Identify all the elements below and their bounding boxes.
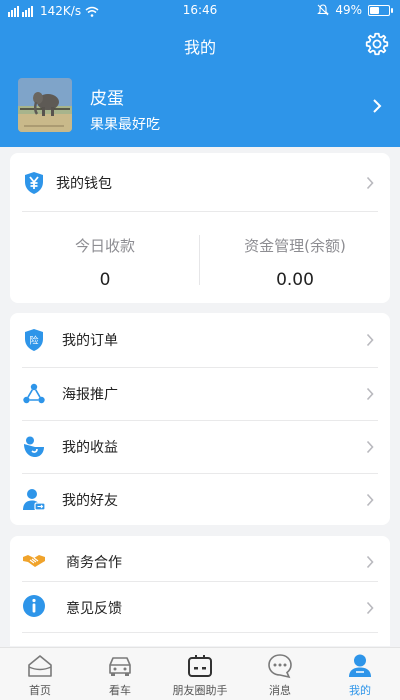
avatar[interactable] <box>18 78 72 132</box>
car-icon <box>109 657 131 676</box>
gear-icon[interactable] <box>364 31 390 57</box>
menu-item-poster[interactable]: 海报推广 <box>10 368 390 420</box>
menu-item-feedback[interactable]: 意见反馈 <box>10 582 390 634</box>
tab-messages[interactable]: 消息 <box>240 648 320 700</box>
friend-icon <box>23 489 46 511</box>
chevron-right-icon <box>373 99 382 113</box>
chevron-right-icon <box>366 493 374 507</box>
chevron-right-icon <box>366 387 374 401</box>
status-bar: 142K/s 16:46 49% <box>0 0 400 22</box>
tab-label: 首页 <box>29 684 51 697</box>
chevron-right-icon <box>366 333 374 347</box>
profile-motto: 果果最好吃 <box>90 117 160 133</box>
header-area: 142K/s 16:46 49% 我的 皮蛋 果果最好吃 <box>0 0 400 147</box>
info-icon <box>23 595 45 617</box>
profile-name: 皮蛋 <box>90 89 124 109</box>
svg-text:险: 险 <box>29 335 38 347</box>
handshake-icon <box>23 555 45 567</box>
battery-percent: 49% <box>335 3 362 17</box>
message-icon <box>268 654 292 679</box>
assistant-icon <box>188 655 212 677</box>
wallet-row[interactable]: 我的钱包 <box>10 157 390 209</box>
insurance-shield-icon: 险 <box>25 329 43 351</box>
stat-value: 0 <box>99 270 111 290</box>
stat-label: 今日收款 <box>74 237 135 255</box>
tab-label: 看车 <box>109 684 131 697</box>
battery-icon <box>368 4 393 16</box>
profile-row[interactable]: 皮蛋 果果最好吃 <box>0 66 400 147</box>
menu-item-label: 意见反馈 <box>66 601 122 617</box>
user-icon <box>349 654 371 677</box>
stat-label: 资金管理(余额) <box>244 237 346 255</box>
mute-bell-icon <box>317 4 330 16</box>
stat-balance[interactable]: 资金管理(余额) 0.00 <box>200 235 390 290</box>
chevron-right-icon <box>366 440 374 454</box>
chevron-right-icon <box>366 555 374 569</box>
divider <box>22 632 378 633</box>
tab-profile[interactable]: 我的 <box>320 648 400 700</box>
tab-bar: 首页 看车 朋友圈助手 消息 我的 <box>0 647 400 700</box>
wifi-icon <box>85 6 99 17</box>
menu-item-label: 我的好友 <box>62 493 118 509</box>
menu-item-friends[interactable]: 我的好友 <box>10 474 390 526</box>
menu-item-label: 我的收益 <box>62 440 118 456</box>
navbar: 我的 <box>0 22 400 66</box>
stat-value: 0.00 <box>276 270 314 290</box>
tab-label: 朋友圈助手 <box>172 684 228 697</box>
menu-card-main: 险 我的订单 海报推广 我的收益 我的好友 <box>10 313 390 525</box>
battery-fill <box>370 6 379 14</box>
page-title: 我的 <box>183 38 216 57</box>
menu-item-earnings[interactable]: 我的收益 <box>10 421 390 473</box>
wallet-card: 我的钱包 今日收款 0 资金管理(余额) 0.00 <box>10 153 390 303</box>
signal-icon <box>8 6 33 17</box>
share-nodes-icon <box>23 383 45 404</box>
stat-today-income[interactable]: 今日收款 0 <box>10 235 200 290</box>
chevron-right-icon <box>366 176 374 190</box>
home-icon <box>28 655 52 677</box>
wallet-yuan-icon <box>25 172 43 194</box>
menu-item-label: 我的订单 <box>62 333 118 349</box>
tab-home[interactable]: 首页 <box>0 648 80 700</box>
menu-item-label: 海报推广 <box>62 387 118 403</box>
earnings-icon <box>24 436 44 457</box>
menu-item-orders[interactable]: 险 我的订单 <box>10 314 390 366</box>
tab-cars[interactable]: 看车 <box>80 648 160 700</box>
tab-assistant[interactable]: 朋友圈助手 <box>160 648 240 700</box>
tab-label: 消息 <box>269 684 291 697</box>
wallet-label: 我的钱包 <box>56 176 112 192</box>
network-speed: 142K/s <box>40 4 82 18</box>
tab-label: 我的 <box>349 684 371 697</box>
menu-item-label: 商务合作 <box>66 555 122 571</box>
chevron-right-icon <box>366 601 374 615</box>
menu-card-secondary: 商务合作 意见反馈 <box>10 536 390 646</box>
divider <box>22 211 378 212</box>
